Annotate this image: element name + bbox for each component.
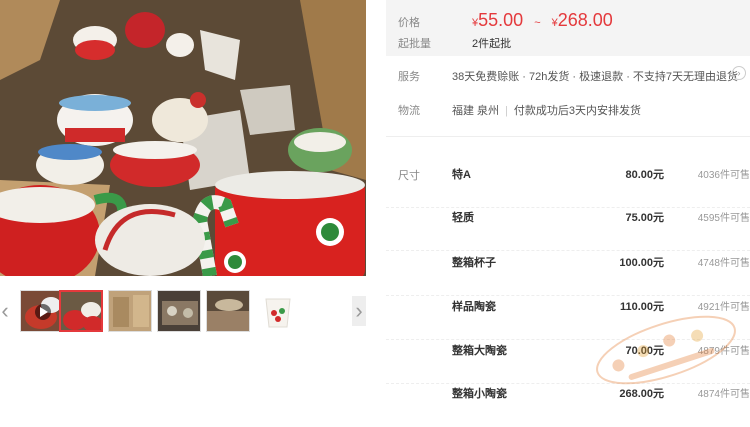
sku-name: 整箱小陶瓷 bbox=[452, 388, 507, 400]
sku-price: 80.00元 bbox=[625, 169, 664, 181]
thumbnail-video[interactable] bbox=[20, 290, 64, 332]
price-box: 价格 ¥55.00 ~ ¥268.00 起批量 2件起批 bbox=[386, 0, 750, 56]
logistics-info: 福建 泉州 | 付款成功后3天内安排发货 bbox=[452, 102, 641, 118]
price-label: 价格 bbox=[398, 17, 420, 29]
thumbnail-image-4[interactable] bbox=[206, 290, 250, 332]
thumbnail-image-5[interactable] bbox=[255, 290, 299, 332]
service-text: 38天免费赊账 · 72h发货 · 极速退款 · 不支持7天无理由退货 bbox=[452, 71, 739, 83]
price-low: 55.00 bbox=[478, 10, 524, 30]
sku-row[interactable]: 轻质 75.00元 4595件可售 bbox=[386, 209, 750, 251]
thumbnail-image-2[interactable] bbox=[108, 290, 152, 332]
sku-price: 75.00元 bbox=[625, 212, 664, 224]
sku-name: 特A bbox=[452, 169, 471, 181]
price-high: 268.00 bbox=[557, 10, 613, 30]
sku-row[interactable]: 特A 80.00元 4036件可售 bbox=[386, 166, 750, 208]
sku-row[interactable]: 整箱杯子 100.00元 4748件可售 bbox=[386, 254, 750, 296]
moq-label: 起批量 bbox=[398, 38, 431, 50]
moq-value: 2件起批 bbox=[472, 38, 512, 50]
divider bbox=[386, 136, 750, 137]
sku-stock: 4595件可售 bbox=[697, 213, 750, 224]
price-separator: ~ bbox=[534, 17, 541, 29]
logistics-origin: 福建 泉州 bbox=[452, 105, 500, 117]
service-label: 服务 bbox=[398, 71, 420, 83]
thumbnail-image-1[interactable] bbox=[59, 290, 103, 332]
sku-stock: 4036件可售 bbox=[697, 170, 750, 181]
sku-name: 整箱大陶瓷 bbox=[452, 345, 507, 357]
sku-name: 样品陶瓷 bbox=[452, 301, 496, 313]
logistics-label: 物流 bbox=[398, 105, 420, 117]
thumbnail-image-3[interactable] bbox=[157, 290, 201, 332]
chevron-down-icon[interactable]: › bbox=[732, 66, 746, 80]
thumbnail-strip: ‹ › bbox=[0, 286, 370, 338]
sku-name: 整箱杯子 bbox=[452, 257, 496, 269]
main-product-image[interactable] bbox=[0, 0, 366, 276]
sku-stock: 4748件可售 bbox=[697, 258, 750, 269]
watermark-logo bbox=[596, 315, 736, 385]
separator: | bbox=[505, 105, 508, 117]
video-play-icon bbox=[35, 304, 51, 320]
next-thumbnail-arrow-icon[interactable]: › bbox=[352, 296, 366, 326]
logistics-note: 付款成功后3天内安排发货 bbox=[513, 105, 642, 117]
price-range: ¥55.00 ~ ¥268.00 bbox=[472, 10, 613, 31]
prev-thumbnail-arrow-icon[interactable]: ‹ bbox=[0, 296, 12, 326]
sku-price: 100.00元 bbox=[619, 257, 664, 269]
sku-name: 轻质 bbox=[452, 212, 474, 224]
